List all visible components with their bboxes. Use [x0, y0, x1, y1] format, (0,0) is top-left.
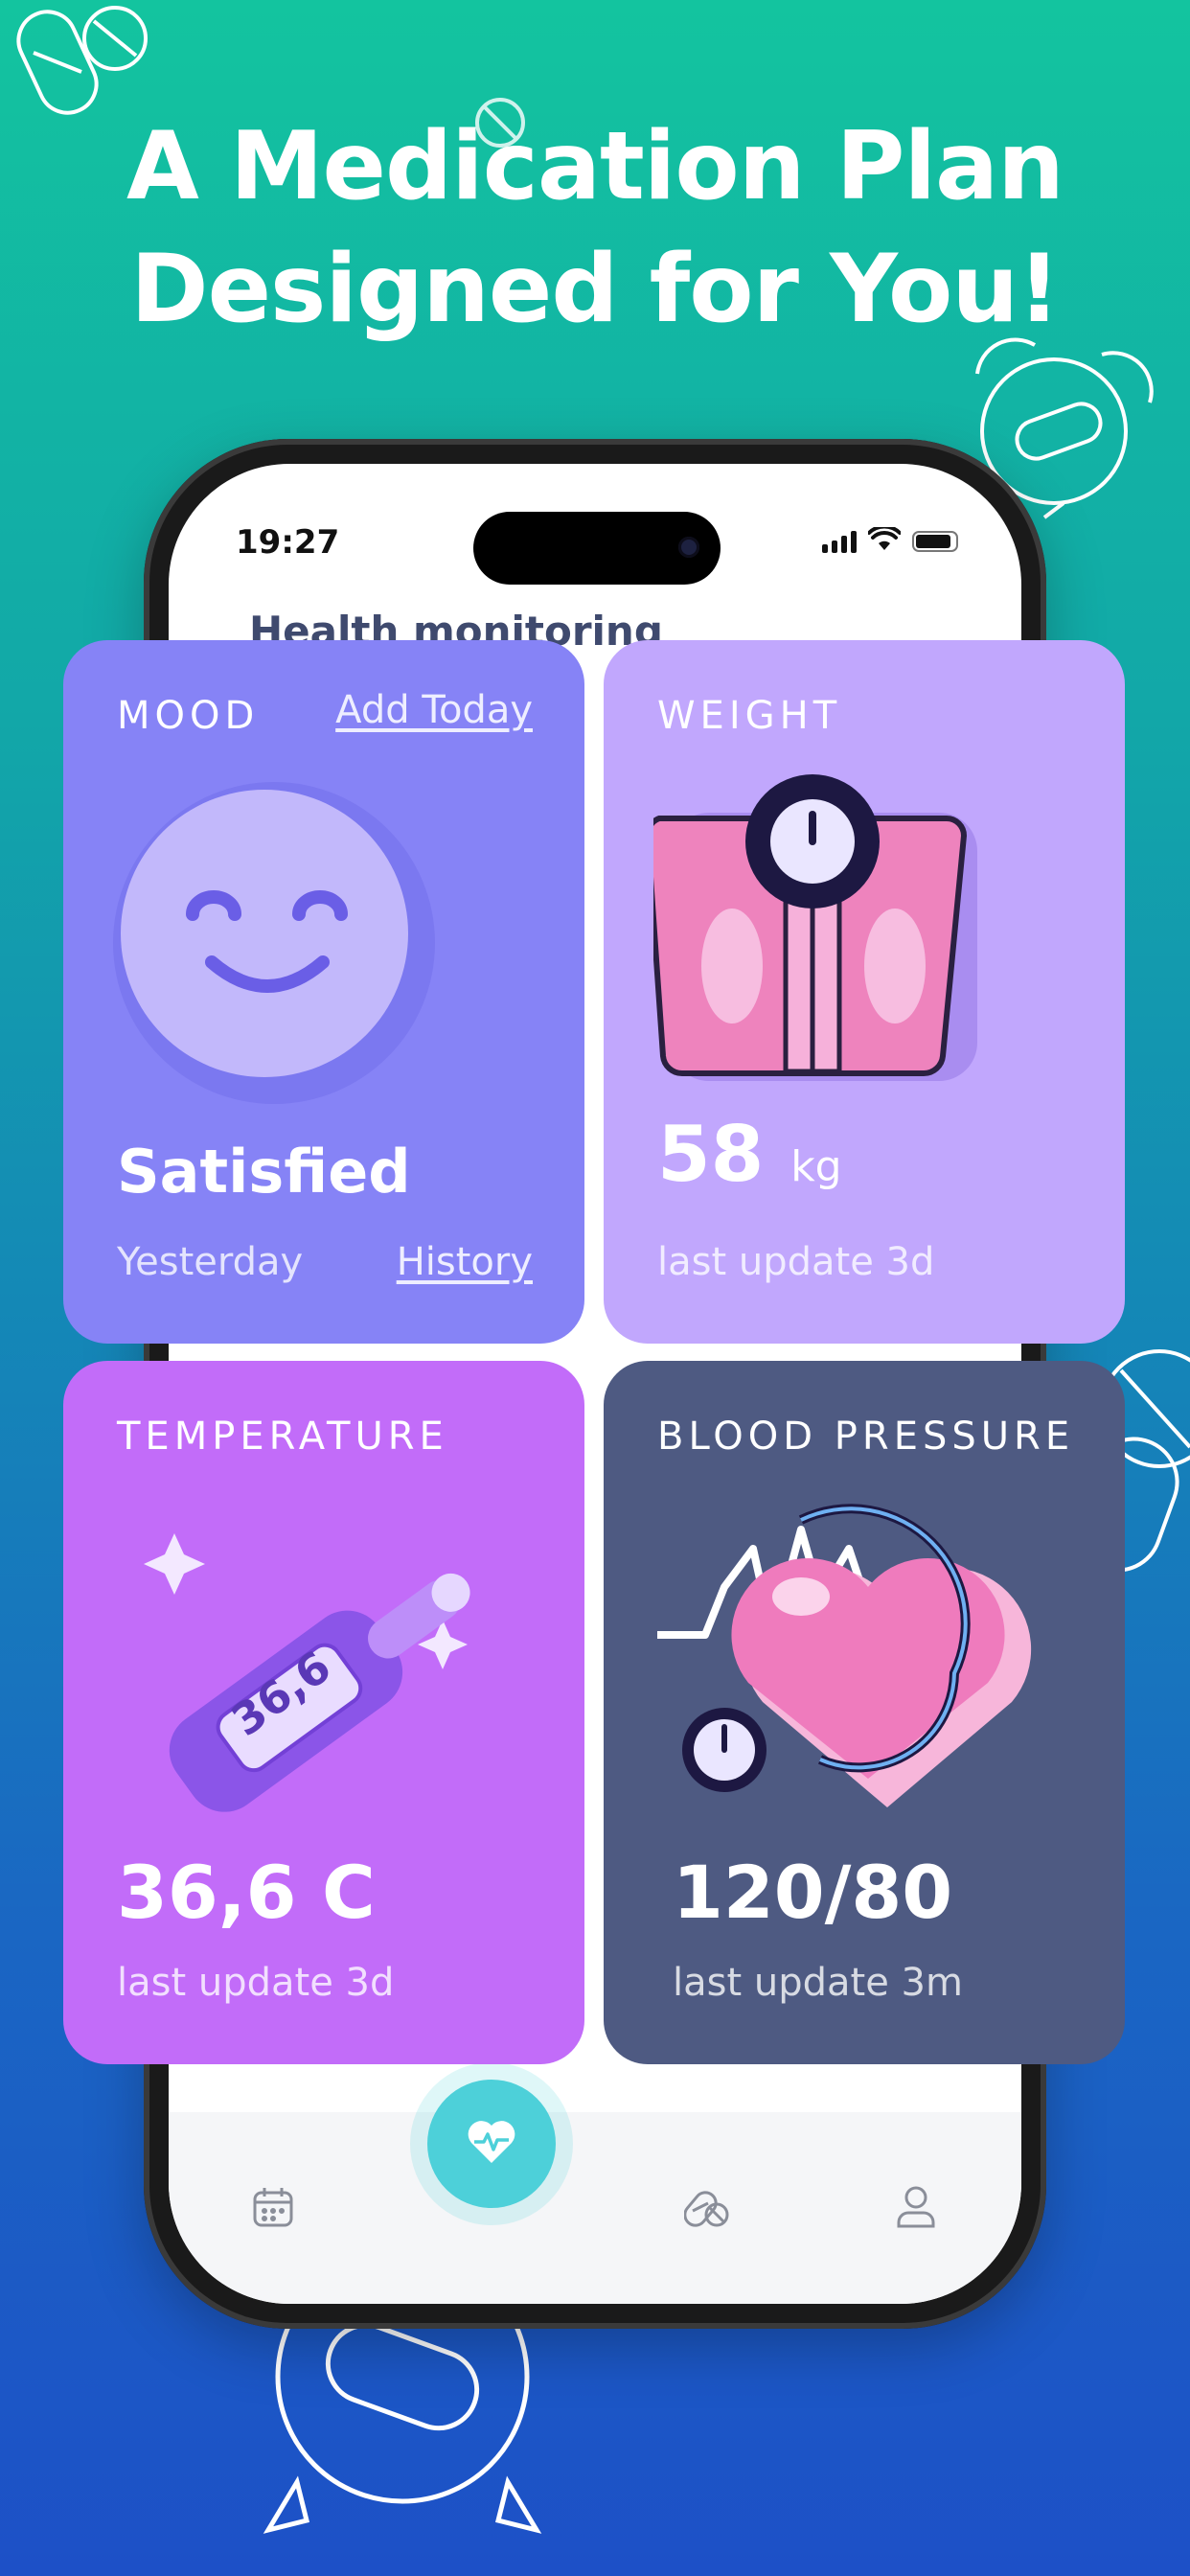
signal-icon [822, 530, 857, 553]
status-icons [822, 524, 958, 556]
heart-stethoscope-icon [657, 1491, 1041, 1821]
weight-value: 58 [657, 1110, 765, 1199]
blood-pressure-card[interactable]: BLOOD PRESSURE 120/80 last update 3m [604, 1361, 1125, 2064]
mood-label: MOOD [117, 694, 260, 738]
scale-icon [645, 765, 979, 1094]
headline-line-2: Designed for You! [130, 235, 1061, 344]
thermometer-icon: 36,6 [117, 1495, 500, 1825]
history-link[interactable]: History [397, 1240, 533, 1284]
smiley-face-icon [111, 780, 437, 1110]
calendar-icon[interactable] [251, 2185, 295, 2233]
health-tab-button[interactable] [427, 2080, 556, 2208]
add-today-link[interactable]: Add Today [335, 688, 533, 732]
weight-card[interactable]: WEIGHT 58 kg last update 3d [604, 640, 1125, 1344]
mood-card[interactable]: MOOD Add Today Satisfied Yesterday Histo… [63, 640, 584, 1344]
battery-icon [912, 531, 958, 552]
tab-bar [169, 2112, 1021, 2304]
headline-line-1: A Medication Plan [126, 112, 1064, 221]
temperature-value: 36,6 C [117, 1850, 376, 1935]
dynamic-island [473, 512, 721, 585]
weight-label: WEIGHT [657, 694, 842, 738]
wifi-icon [867, 524, 902, 556]
temperature-updated: last update 3d [117, 1961, 395, 2005]
mood-date: Yesterday [117, 1240, 304, 1284]
blood-pressure-label: BLOOD PRESSURE [657, 1414, 1075, 1459]
temperature-card[interactable]: TEMPERATURE 36,6 36,6 C last update 3d [63, 1361, 584, 2064]
mood-value: Satisfied [117, 1137, 411, 1207]
weight-unit: kg [790, 1142, 842, 1191]
camera-icon [678, 537, 699, 558]
temperature-label: TEMPERATURE [117, 1414, 448, 1459]
headline: A Medication Plan Designed for You! [0, 105, 1190, 351]
blood-pressure-value: 120/80 [673, 1850, 953, 1935]
alarm-clock-doodle-bottom [240, 2300, 584, 2576]
status-time: 19:27 [236, 523, 340, 562]
pills-icon[interactable] [683, 2185, 730, 2233]
blood-pressure-updated: last update 3m [673, 1961, 963, 2005]
user-icon[interactable] [895, 2185, 937, 2233]
weight-updated: last update 3d [657, 1240, 935, 1284]
weight-value-row: 58 kg [657, 1110, 842, 1199]
heart-pulse-icon [467, 2119, 516, 2169]
